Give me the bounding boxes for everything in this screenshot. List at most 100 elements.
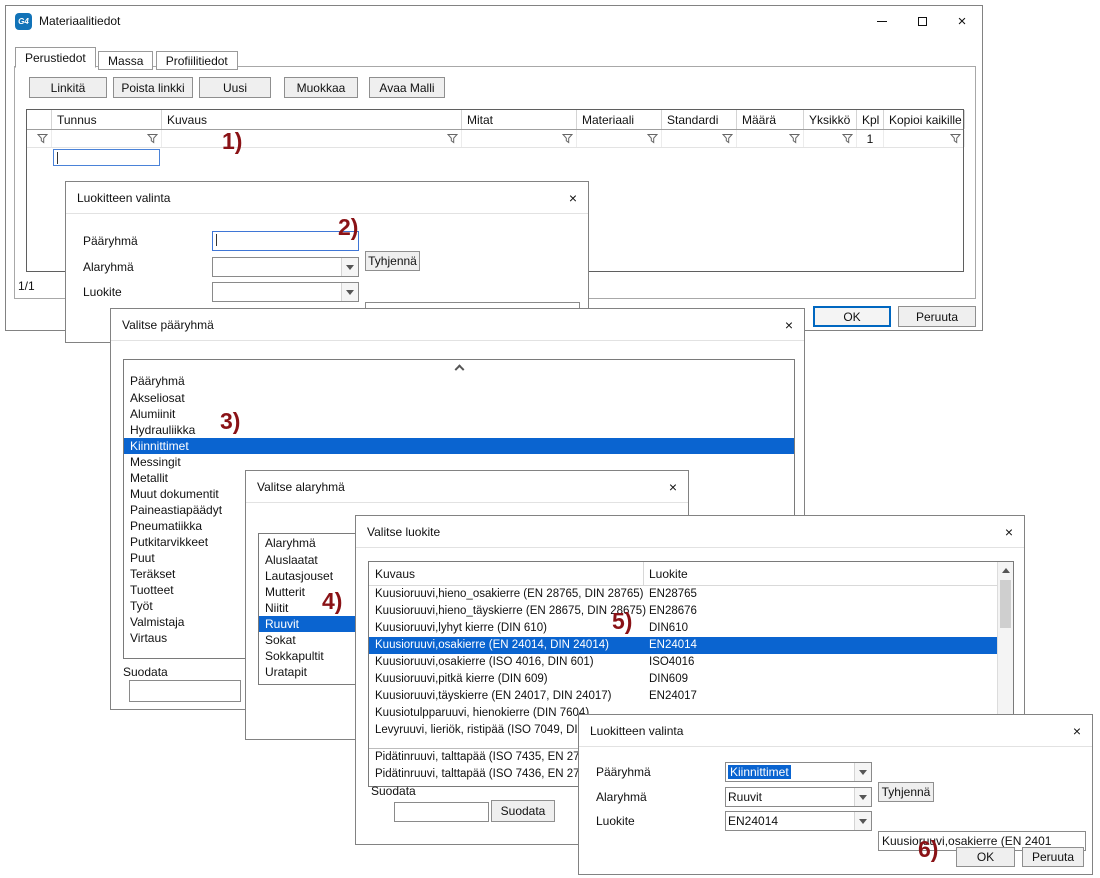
combo-dropdown-button[interactable] [341, 283, 358, 301]
close-icon: × [569, 190, 577, 206]
kpl-value: 1 [867, 132, 874, 146]
titlebar[interactable]: Luokitteen valinta × [579, 715, 1092, 746]
column-header-kuvaus[interactable]: Kuvaus [375, 567, 415, 581]
titlebar-separator [111, 340, 804, 341]
column-header[interactable]: Kopioi kaikille [884, 110, 965, 129]
table-row[interactable]: Kuusioruuvi,osakierre (ISO 4016, DIN 601… [369, 654, 997, 671]
close-button[interactable]: × [989, 524, 1013, 540]
luokite-row: Luokite [66, 282, 588, 302]
annotation-step-5: 5) [612, 608, 632, 635]
column-header[interactable]: Materiaali [577, 110, 662, 129]
scrollbar-thumb[interactable] [1000, 580, 1011, 628]
close-button[interactable]: × [942, 6, 982, 36]
close-button[interactable]: × [553, 190, 577, 206]
avaa-malli-button[interactable]: Avaa Malli [369, 77, 445, 98]
filter-icon[interactable] [789, 133, 800, 144]
paaryhma-combo[interactable]: Kiinnittimet [725, 762, 872, 782]
table-row[interactable]: Kuusioruuvi,täyskierre (EN 24017, DIN 24… [369, 688, 997, 705]
alaryhma-combo[interactable] [212, 257, 359, 277]
chevron-down-icon [859, 770, 867, 775]
scroll-up-button[interactable] [998, 562, 1013, 578]
titlebar-separator [246, 502, 688, 503]
list-item[interactable]: Akseliosat [124, 390, 794, 406]
luokite-row: Luokite EN24014 Kuusioruuvi,osakierre (E… [579, 811, 1092, 831]
titlebar[interactable]: Valitse luokite × [356, 516, 1024, 547]
paaryhma-input[interactable] [212, 231, 359, 251]
filter-cell [162, 130, 462, 147]
close-button[interactable]: × [1057, 723, 1081, 739]
linkita-button[interactable]: Linkitä [29, 77, 107, 98]
combo-dropdown-button[interactable] [854, 788, 871, 806]
tab-profiilitiedot[interactable]: Profiilitiedot [156, 51, 238, 70]
tab-perustiedot[interactable]: Perustiedot [15, 47, 96, 68]
tunnus-cell-editor[interactable] [53, 149, 160, 166]
alaryhma-label: Alaryhmä [596, 790, 647, 804]
annotation-step-3: 3) [220, 408, 240, 435]
paaryhma-row: Pääryhmä Kiinnittimet Tyhjennä [579, 762, 1092, 782]
ok-button[interactable]: OK [813, 306, 891, 327]
filter-icon[interactable] [722, 133, 733, 144]
suodata-input[interactable] [129, 680, 241, 702]
filter-icon[interactable] [647, 133, 658, 144]
filter-icon[interactable] [842, 133, 853, 144]
tab-massa[interactable]: Massa [98, 51, 153, 70]
list-item[interactable]: Kiinnittimet [124, 438, 794, 454]
table-header-row: Kuvaus Luokite [369, 562, 997, 586]
app-icon-text: G4 [18, 17, 29, 26]
suodata-button[interactable]: Suodata [491, 800, 555, 822]
muokkaa-button[interactable]: Muokkaa [284, 77, 358, 98]
peruuta-button[interactable]: Peruuta [898, 306, 976, 327]
filter-icon[interactable] [950, 133, 961, 144]
close-button[interactable]: × [653, 479, 677, 495]
table-row[interactable]: Kuusioruuvi,pitkä kierre (DIN 609) DIN60… [369, 671, 997, 688]
alaryhma-combo[interactable]: Ruuvit [725, 787, 872, 807]
chevron-up-icon [1002, 568, 1010, 573]
table-row[interactable]: Kuusioruuvi,hieno_osakierre (EN 28765, D… [369, 586, 997, 603]
scroll-up-button[interactable] [124, 360, 794, 372]
paaryhma-label: Pääryhmä [596, 765, 651, 779]
combo-dropdown-button[interactable] [854, 763, 871, 781]
combo-dropdown-button[interactable] [341, 258, 358, 276]
list-item[interactable]: Messingit [124, 454, 794, 470]
filter-cell [52, 130, 162, 147]
table-row[interactable]: Kuusioruuvi,osakierre (EN 24014, DIN 240… [369, 637, 997, 654]
column-header[interactable]: Yksikkö [804, 110, 857, 129]
peruuta-button[interactable]: Peruuta [1022, 847, 1084, 867]
close-button[interactable]: × [769, 317, 793, 333]
filter-icon[interactable] [447, 133, 458, 144]
filter-cell [737, 130, 804, 147]
poista-linkki-button[interactable]: Poista linkki [113, 77, 193, 98]
page-indicator: 1/1 [18, 279, 35, 293]
column-header-luokite[interactable]: Luokite [649, 567, 688, 581]
ok-button[interactable]: OK [956, 847, 1015, 867]
minimize-button[interactable] [862, 6, 902, 36]
filter-cell [884, 130, 965, 147]
grid-header-row: TunnusKuvausMitatMateriaaliStandardiMäär… [27, 110, 963, 130]
column-header[interactable]: Tunnus [52, 110, 162, 129]
filter-icon[interactable] [147, 133, 158, 144]
annotation-step-1: 1) [222, 128, 242, 155]
luokite-combo[interactable]: EN24014 [725, 811, 872, 831]
table-row[interactable]: Kuusioruuvi,lyhyt kierre (DIN 610) DIN61… [369, 620, 997, 637]
uusi-button[interactable]: Uusi [199, 77, 271, 98]
luokite-combo[interactable] [212, 282, 359, 302]
column-header[interactable]: Määrä [737, 110, 804, 129]
table-row[interactable]: Kuusioruuvi,hieno_täyskierre (EN 28675, … [369, 603, 997, 620]
alaryhma-row: Alaryhmä Ruuvit [579, 787, 1092, 807]
filter-icon[interactable] [562, 133, 573, 144]
titlebar[interactable]: Luokitteen valinta × [66, 182, 588, 213]
column-header[interactable]: Mitat [462, 110, 577, 129]
column-header[interactable]: Kpl [857, 110, 884, 129]
filter-icon[interactable] [37, 133, 48, 144]
maximize-button[interactable] [902, 6, 942, 36]
suodata-input[interactable] [394, 802, 489, 822]
close-icon: × [785, 317, 793, 333]
combo-dropdown-button[interactable] [854, 812, 871, 830]
alaryhma-row: Alaryhmä [66, 257, 588, 277]
titlebar[interactable]: Valitse alaryhmä × [246, 471, 688, 502]
column-header[interactable]: Standardi [662, 110, 737, 129]
titlebar[interactable]: Valitse pääryhmä × [111, 309, 804, 340]
app-icon: G4 [15, 13, 32, 30]
column-header[interactable]: Kuvaus [162, 110, 462, 129]
titlebar[interactable]: G4 Materiaalitiedot × [6, 6, 982, 36]
